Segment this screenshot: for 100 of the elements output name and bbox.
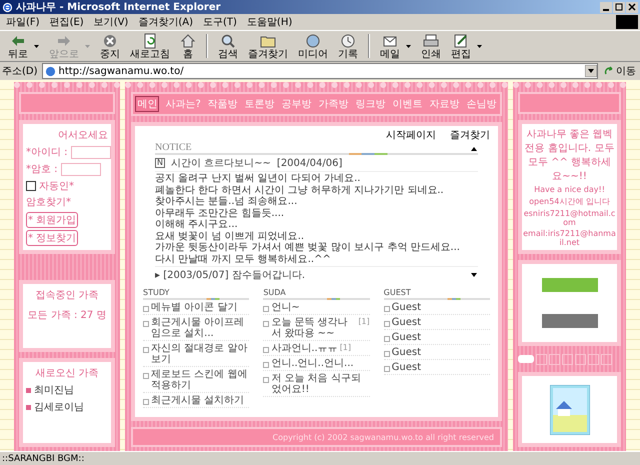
minimize-icon[interactable] [600,2,612,12]
board-post[interactable]: Guest [392,332,422,343]
board-title: SUDA [263,288,287,297]
media-button[interactable]: 미디어 [294,32,332,60]
info-text: open54시간에 입니다 [528,196,611,207]
older-notice[interactable]: ▸ [2003/05/07] 잠수들어갑니다. [155,268,305,282]
menu-item[interactable]: 편집(E) [50,15,84,29]
board-post[interactable]: 제로보드 스킨에 웹에 적용하기 [151,369,250,391]
printer-icon[interactable] [423,32,439,48]
board-title: STUDY [143,288,170,297]
board-post[interactable]: Guest [392,347,422,358]
dropdown-icon[interactable] [585,65,597,77]
go-button[interactable]: 이동 [602,64,638,78]
status-text: ::SARANGBI BGM:: [2,454,84,464]
notice-headline[interactable]: 시간이 흐르다보니~~ [170,156,271,170]
refresh-icon[interactable] [142,32,158,48]
stop-button[interactable]: 중지 [96,32,124,60]
new-members-title: 새로오신 가족 [34,367,100,380]
bullet-icon [143,399,149,405]
favorites-button[interactable]: 즐겨찾기 [244,32,292,60]
caret-icon[interactable] [477,44,482,48]
bullet-icon [263,306,270,312]
board-post[interactable]: 자신의 절대경로 알아보기 [151,343,250,365]
notice-line: 이해해 주시구요... [155,219,239,230]
notice-title: NOTICE [155,142,192,153]
clock-icon[interactable] [340,32,356,48]
address-field[interactable]: http://sagwanamu.wo.to/ [42,63,598,79]
edit-button[interactable]: 편집 [447,32,475,60]
member-name[interactable]: 최미진님 [34,383,74,397]
online-title: 접속중인 가족 [34,289,100,302]
globe-icon[interactable] [305,32,321,48]
bullet-icon [26,404,31,410]
notice-date: [2004/04/06] [276,158,342,168]
notice-line: 다시 만날때 까지 모두 행복하세요..^^ [155,254,332,265]
page-icon [44,66,56,76]
info-text: Have a nice day!! [533,185,606,194]
home-button[interactable]: 홈 [176,32,200,60]
maximize-icon[interactable] [613,2,625,12]
bullet-icon [384,336,390,342]
banner-image[interactable] [542,314,598,328]
print-button[interactable]: 인쇄 [417,32,445,60]
login-option-button[interactable]: * 회원가입 [26,212,78,228]
board-post[interactable]: Guest [392,362,422,373]
info-text: 사과나무 좋은 웹벡전용 홈입니다. 모두 모두 ^^ 행복하세요~~!! [524,128,616,183]
bullet-icon [143,321,149,327]
home-icon[interactable] [180,32,196,48]
window-title: 사과나무 - Microsoft Internet Explorer [16,1,222,14]
bullet-icon [384,306,390,312]
refresh-button[interactable]: 새로고침 [126,32,174,60]
caret-icon[interactable] [34,44,39,48]
edit-icon[interactable] [453,32,469,48]
mail-button[interactable]: 메일 [376,32,404,60]
board-post[interactable]: 언니..언니..언니... [271,358,354,369]
board-post[interactable]: 사과언니..ㅠㅠ [271,343,338,354]
login-option-button[interactable]: * 정보찾기 [26,230,78,246]
top-link[interactable]: 즐겨찾기 [450,128,490,142]
new-badge: N [155,158,165,168]
notice-line: 아무래두 조만간은 힘들듯.... [155,208,286,219]
board-post[interactable]: Guest [392,302,422,313]
notice-line: 요새 벚꽃이 넘 이쁘게 피었네요.. [155,230,306,242]
board-post[interactable]: 메뉴별 아이콘 달기 [151,302,238,313]
address-label: 주소(D) [2,65,38,78]
caret-icon[interactable] [406,44,411,48]
board-post[interactable]: 저 오늘 처음 식구되었어요!! [271,373,370,395]
info-text: email:iris7211@hanmail.net [523,229,616,247]
search-icon[interactable] [220,32,236,48]
menu-item[interactable]: 도구(T) [203,15,237,29]
menu-item[interactable]: 도움말(H) [246,15,292,29]
board-post[interactable]: 회근게시물 아이프레임으로 설치... [151,317,250,339]
board-title: GUEST [384,288,412,297]
small-input[interactable] [518,355,534,363]
id-input[interactable] [70,146,111,158]
notice-line: 가까운 뒷동산이라두 가셔서 예쁜 벚꽃 많이 보시구 추억 만드세요... [155,242,461,254]
bullet-icon [263,321,270,327]
browser-icon [2,2,13,12]
member-name[interactable]: 김세로이님 [34,400,84,414]
board-post[interactable]: 언니~ [271,302,300,313]
bullet-icon [263,347,270,353]
id-label: *아이디 : [26,146,68,159]
search-button[interactable]: 검색 [214,32,242,60]
comment-count: [1] [340,343,352,352]
stamp-drawing [550,384,590,434]
close-icon[interactable] [626,2,638,12]
auto-login-checkbox[interactable] [26,181,36,191]
bullet-icon [26,388,31,392]
back-button[interactable]: 뒤로 [4,32,32,60]
go-arrow-icon [604,66,614,76]
board-post[interactable]: Guest [392,317,422,328]
menu-item[interactable]: 파일(F) [6,15,40,29]
stop-icon[interactable] [102,32,118,48]
top-link[interactable]: 시작페이지 [386,128,436,142]
password-label: *암호 : [26,163,58,176]
board-post[interactable]: 최근게시물 설치하기 [151,395,244,406]
board-post[interactable]: 오늘 문뜩 생각나서 왔따용 ~~ [271,317,356,339]
password-input[interactable] [60,162,101,176]
menu-item[interactable]: 보기(V) [94,15,128,29]
bullet-icon [143,306,149,312]
history-button[interactable]: 기록 [334,32,362,60]
scroll-down-icon[interactable] [470,271,478,279]
menu-item[interactable]: 즐겨찾기(A) [138,15,193,29]
